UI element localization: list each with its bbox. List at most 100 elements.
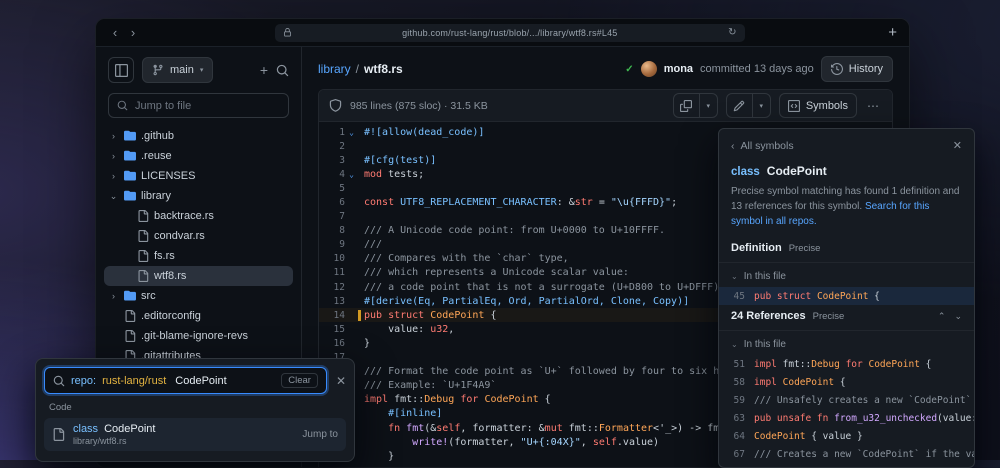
line-number[interactable]: 2 xyxy=(319,141,345,152)
line-number[interactable]: 9 xyxy=(319,239,345,250)
tree-item--github[interactable]: › .github xyxy=(104,126,293,146)
line-number[interactable]: 3 xyxy=(319,155,345,166)
result-text: class CodePoint library/wtf8.rs xyxy=(73,423,155,446)
line-number[interactable]: 16 xyxy=(319,338,345,349)
tree-item--editorconfig[interactable]: .editorconfig xyxy=(104,306,293,326)
branch-selector[interactable]: main ▾ xyxy=(142,57,214,83)
tree-item-fs-rs[interactable]: fs.rs xyxy=(104,246,293,266)
reload-icon[interactable]: ↻ xyxy=(728,27,736,38)
branch-name: main xyxy=(170,64,194,76)
tree-item--git-blame-ignore-revs[interactable]: .git-blame-ignore-revs xyxy=(104,326,293,346)
tree-item-label: .editorconfig xyxy=(141,310,201,322)
tree-item-src[interactable]: › src xyxy=(104,286,293,306)
tree-item-wtf8-rs[interactable]: wtf8.rs xyxy=(104,266,293,286)
close-icon[interactable]: ✕ xyxy=(953,139,962,152)
back-icon[interactable]: ‹ xyxy=(108,25,122,40)
line-number[interactable]: 15 xyxy=(319,324,345,335)
search-repo-token: rust-lang/rust xyxy=(102,374,167,387)
address-bar[interactable]: github.com/rust-lang/rust/blob/.../libra… xyxy=(274,23,745,42)
symbols-button[interactable]: Symbols xyxy=(778,93,857,118)
file-icon xyxy=(137,270,149,282)
add-file-icon[interactable]: + xyxy=(260,62,268,78)
pencil-icon[interactable] xyxy=(727,94,752,117)
line-number[interactable]: 7 xyxy=(319,211,345,222)
divider xyxy=(719,262,974,263)
symbol-line-number: 58 xyxy=(733,376,745,388)
line-number[interactable]: 14 xyxy=(319,310,345,321)
search-result-item[interactable]: class CodePoint library/wtf8.rs Jump to xyxy=(44,418,346,451)
next-reference-icon[interactable]: ⌄ xyxy=(954,311,962,322)
history-button[interactable]: History xyxy=(820,56,893,82)
chevron-right-icon[interactable]: › xyxy=(108,131,119,141)
line-number[interactable]: 13 xyxy=(319,296,345,307)
symbol-kind: class xyxy=(731,166,760,178)
copy-caret-icon[interactable]: ▾ xyxy=(698,94,717,117)
new-tab-icon[interactable]: + xyxy=(879,24,897,41)
symbol-line-51[interactable]: 51 impl fmt::Debug for CodePoint { xyxy=(719,355,974,373)
fold-chevron-icon[interactable]: ⌄ xyxy=(345,170,358,179)
all-symbols-back[interactable]: ‹ All symbols xyxy=(731,140,794,152)
symbol-line-58[interactable]: 58 impl CodePoint { xyxy=(719,373,974,391)
tree-item-library[interactable]: ⌄ library xyxy=(104,186,293,206)
definition-file-section[interactable]: ⌄ In this file xyxy=(719,266,974,287)
line-number[interactable]: 12 xyxy=(319,282,345,293)
tree-item-licenses[interactable]: › LICENSES xyxy=(104,166,293,186)
line-number[interactable]: 10 xyxy=(319,253,345,264)
chevron-right-icon[interactable]: › xyxy=(108,291,119,301)
symbol-line-63[interactable]: 63 pub unsafe fn from_u32_unchecked(value… xyxy=(719,409,974,427)
avatar[interactable] xyxy=(640,61,657,77)
symbol-line-67[interactable]: 67 /// Creates a new `CodePoint` if the v… xyxy=(719,445,974,463)
tree-item-label: library xyxy=(141,190,171,202)
chevron-down-icon[interactable]: ⌄ xyxy=(108,191,119,202)
edit-caret-icon[interactable]: ▾ xyxy=(751,94,770,117)
symbol-line-59[interactable]: 59 /// Unsafely creates a new `CodePoint`… xyxy=(719,391,974,409)
tree-item-label: backtrace.rs xyxy=(154,210,214,222)
check-icon: ✓ xyxy=(625,63,634,75)
symbol-line-64[interactable]: 64 CodePoint { value } xyxy=(719,427,974,445)
line-number[interactable]: 11 xyxy=(319,267,345,278)
copy-icon[interactable] xyxy=(674,94,699,117)
chevron-left-icon: ‹ xyxy=(731,139,735,152)
prev-reference-icon[interactable]: ⌃ xyxy=(938,311,946,322)
clear-button[interactable]: Clear xyxy=(281,373,318,388)
chevron-down-icon: ⌄ xyxy=(731,340,738,349)
folder-icon xyxy=(124,130,136,142)
line-number[interactable]: 5 xyxy=(319,183,345,194)
line-number[interactable]: 1 xyxy=(319,127,345,138)
breadcrumb-file: wtf8.rs xyxy=(364,62,403,76)
file-icon xyxy=(137,230,149,242)
kebab-menu-icon[interactable]: ⋯ xyxy=(865,99,882,113)
jump-to-file-input[interactable]: Jump to file xyxy=(108,93,289,118)
search-icon[interactable] xyxy=(276,64,289,77)
references-file-section[interactable]: ⌄ In this file xyxy=(719,334,974,355)
line-number[interactable]: 4 xyxy=(319,169,345,180)
file-icon xyxy=(124,330,136,342)
breadcrumb-dir[interactable]: library xyxy=(318,62,351,76)
close-icon[interactable]: ✕ xyxy=(336,374,346,388)
line-number[interactable]: 8 xyxy=(319,225,345,236)
file-icon xyxy=(52,428,65,441)
symbol-line-45[interactable]: 45 pub struct CodePoint { xyxy=(719,287,974,305)
in-this-file-label: In this file xyxy=(743,271,786,282)
fold-chevron-icon[interactable]: ⌄ xyxy=(345,128,358,137)
tree-item-backtrace-rs[interactable]: backtrace.rs xyxy=(104,206,293,226)
commit-author[interactable]: mona xyxy=(664,63,693,75)
definition-precise-badge: Precise xyxy=(788,242,821,254)
search-input[interactable]: repo: rust-lang/rust CodePoint Clear xyxy=(44,367,327,394)
forward-icon[interactable]: › xyxy=(126,25,140,40)
folder-icon xyxy=(124,170,136,182)
commit-message: committed 13 days ago xyxy=(700,63,814,75)
file-header: library / wtf8.rs ✓ mona committed 13 da… xyxy=(318,56,893,82)
file-icon xyxy=(137,210,149,222)
line-number[interactable]: 6 xyxy=(319,197,345,208)
browser-chrome: ‹ › github.com/rust-lang/rust/blob/.../l… xyxy=(96,19,909,47)
history-icon xyxy=(830,63,843,75)
tree-item-condvar-rs[interactable]: condvar.rs xyxy=(104,226,293,246)
chevron-right-icon[interactable]: › xyxy=(108,151,119,161)
result-path: library/wtf8.rs xyxy=(73,436,127,446)
symbol-line-code: CodePoint { value } xyxy=(754,430,863,442)
reference-nav: ⌃ ⌄ xyxy=(938,311,962,322)
collapse-sidebar-button[interactable] xyxy=(108,57,134,83)
chevron-right-icon[interactable]: › xyxy=(108,171,119,181)
tree-item--reuse[interactable]: › .reuse xyxy=(104,146,293,166)
